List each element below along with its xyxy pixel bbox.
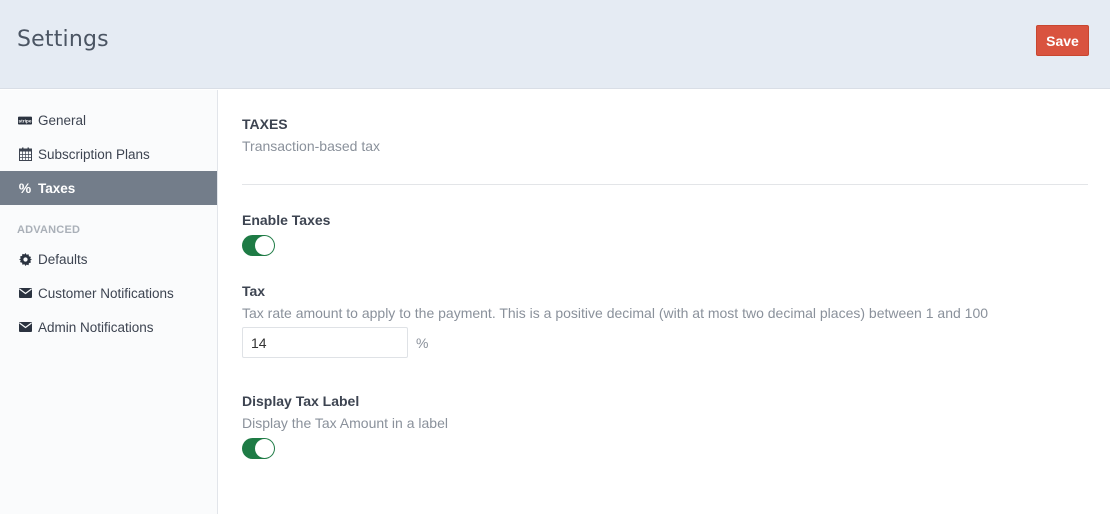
- sidebar-item-label: General: [38, 112, 87, 128]
- toggle-knob: [255, 236, 274, 255]
- sidebar-item-taxes[interactable]: % Taxes: [0, 171, 217, 205]
- sidebar-item-customer-notifications[interactable]: Customer Notifications: [0, 276, 217, 310]
- display-tax-label-help: Display the Tax Amount in a label: [242, 415, 448, 431]
- display-tax-label-toggle[interactable]: [242, 438, 275, 459]
- tax-label: Tax: [242, 283, 266, 299]
- sidebar-item-label: Admin Notifications: [38, 319, 154, 335]
- gear-icon: [18, 252, 32, 266]
- page-title: Settings: [17, 27, 109, 52]
- sidebar-item-label: Subscription Plans: [38, 146, 150, 162]
- tax-rate-input[interactable]: [242, 327, 408, 358]
- sidebar-item-subscription-plans[interactable]: Subscription Plans: [0, 137, 217, 171]
- section-title: TAXES: [242, 116, 288, 132]
- sidebar-item-label: Taxes: [38, 180, 76, 196]
- enable-taxes-toggle[interactable]: [242, 235, 275, 256]
- sidebar-item-general[interactable]: stripe General: [0, 103, 217, 137]
- calendar-icon: [18, 147, 32, 161]
- percent-unit: %: [416, 335, 429, 351]
- enable-taxes-label: Enable Taxes: [242, 212, 331, 228]
- envelope-icon: [18, 286, 32, 300]
- save-button[interactable]: Save: [1036, 25, 1089, 56]
- sidebar-section-advanced: ADVANCED: [17, 224, 81, 236]
- sidebar: stripe General Subscription Plans % Taxe…: [0, 90, 218, 514]
- display-tax-label-label: Display Tax Label: [242, 393, 360, 409]
- sidebar-item-admin-notifications[interactable]: Admin Notifications: [0, 310, 217, 344]
- percent-icon: %: [18, 180, 32, 196]
- page-header: Settings Save: [0, 0, 1110, 89]
- stripe-icon: stripe: [18, 113, 32, 127]
- svg-text:stripe: stripe: [18, 118, 31, 124]
- toggle-knob: [255, 439, 274, 458]
- sidebar-item-defaults[interactable]: Defaults: [0, 242, 217, 276]
- envelope-icon: [18, 320, 32, 334]
- sidebar-item-label: Defaults: [38, 251, 88, 267]
- settings-content: TAXES Transaction-based tax Enable Taxes…: [218, 90, 1110, 514]
- tax-help-text: Tax rate amount to apply to the payment.…: [242, 305, 989, 321]
- divider: [242, 184, 1088, 185]
- section-subtitle: Transaction-based tax: [242, 138, 380, 154]
- sidebar-item-label: Customer Notifications: [38, 285, 174, 301]
